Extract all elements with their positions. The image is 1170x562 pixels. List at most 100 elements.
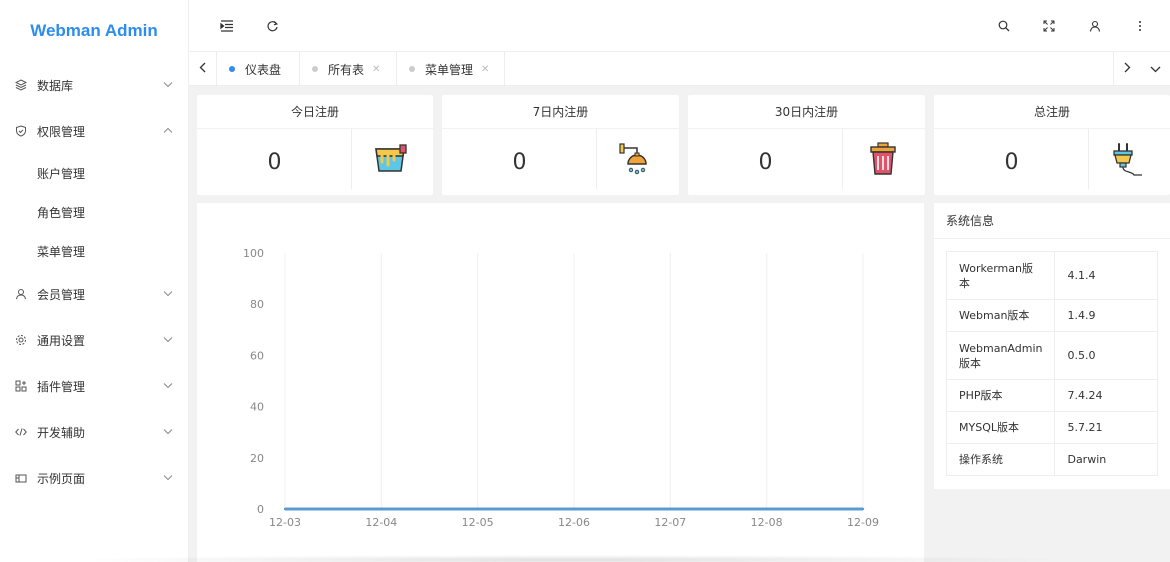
sidebar-item-dev-tools[interactable]: 开发辅助 [0,409,188,455]
close-icon[interactable]: ✕ [372,64,380,75]
stat-card-title: 30日内注册 [688,95,925,129]
sidebar-item-label: 插件管理 [37,379,86,394]
sidebar-item-examples[interactable]: 示例页面 [0,455,188,501]
sidebar-item-plugins[interactable]: 插件管理 [0,363,188,409]
fullscreen-icon[interactable] [1041,18,1057,34]
menu-fold-icon[interactable] [219,18,235,34]
info-value: 0.5.0 [1054,331,1158,380]
x-tick-label: 12-06 [558,516,590,529]
registration-chart-panel: 0 20 40 60 80 100 12-03 12-04 12-05 12-06 12-07 12-… [197,203,924,562]
user-icon[interactable] [1087,18,1103,34]
data-point [380,507,383,511]
table-row: Webman版本 1.4.9 [945,299,1158,332]
x-tick-label: 12-07 [654,516,686,529]
data-point [476,507,479,511]
data-point [765,507,768,511]
more-vertical-icon[interactable] [1132,18,1148,34]
stat-card-30days: 30日内注册 0 [688,95,925,195]
x-tick-label: 12-03 [269,516,301,529]
tab-dot [409,66,415,72]
sidebar-item-database[interactable]: 数据库 [0,62,188,108]
tab-active-dot [229,66,235,72]
info-key: MYSQL版本 [945,411,1056,444]
tab-dot [312,66,318,72]
close-icon[interactable]: ✕ [481,64,489,75]
data-point [861,507,865,511]
data-point [283,507,287,511]
search-icon[interactable] [996,18,1012,34]
tab-dashboard[interactable]: 仪表盘 [217,52,300,86]
tab-label: 菜单管理 [425,62,474,77]
paint-bucket-icon [372,141,410,179]
card-divider [596,129,597,189]
sidebar-item-members[interactable]: 会员管理 [0,271,188,317]
stat-card-7days: 7日内注册 0 [442,95,679,195]
refresh-icon[interactable] [264,18,280,34]
sidebar-menu: 数据库 权限管理 账户管理 角色管理 菜单管理 会员管理 通用设置 插件管理 开… [0,62,188,501]
y-tick-label: 60 [250,349,264,362]
sidebar-subitem-menus[interactable]: 菜单管理 [0,232,188,271]
tab-scroll-right[interactable] [1113,52,1141,86]
system-info-panel: 系统信息 Workerman版本 4.1.4 Webman版本 1.4.9 We… [934,203,1170,489]
sidebar-subitem-roles[interactable]: 角色管理 [0,193,188,232]
y-tick-label: 0 [257,503,264,516]
info-value: 7.4.24 [1054,379,1158,412]
stat-card-title: 今日注册 [197,95,433,129]
info-key: Webman版本 [945,299,1056,332]
shield-check-icon [15,125,27,137]
info-value: 4.1.4 [1054,251,1158,300]
info-key: PHP版本 [945,379,1056,412]
y-tick-label: 20 [250,452,264,465]
x-tick-label: 12-09 [847,516,879,529]
chevron-down-icon [163,381,173,392]
table-row: PHP版本 7.4.24 [945,379,1158,412]
user-icon [15,288,27,300]
sidebar-item-settings[interactable]: 通用设置 [0,317,188,363]
chevron-down-icon [163,473,173,484]
sidebar-item-label: 通用设置 [37,333,86,348]
x-tick-label: 12-04 [365,516,397,529]
chevron-up-icon [163,126,173,137]
stat-card-title: 7日内注册 [442,95,679,129]
stat-card-value: 0 [512,149,527,175]
code-icon [15,426,27,438]
info-key: Workerman版本 [945,251,1056,300]
bottom-shadow [60,555,1080,562]
top-header [189,0,1170,52]
tab-menu-manage[interactable]: 菜单管理 ✕ [397,52,505,86]
layers-icon [15,79,27,91]
sidebar-subitem-accounts[interactable]: 账户管理 [0,154,188,193]
table-row: Workerman版本 4.1.4 [945,251,1158,300]
sidebar-item-label: 数据库 [37,78,74,93]
sidebar-item-label: 示例页面 [37,471,86,486]
tab-all-tables[interactable]: 所有表 ✕ [300,52,397,86]
sidebar-item-label: 开发辅助 [37,425,86,440]
table-row: 操作系统 Darwin [945,443,1158,476]
chevron-down-icon [163,427,173,438]
data-point [572,507,576,511]
sidebar-item-permissions[interactable]: 权限管理 [0,108,188,154]
tab-label: 所有表 [328,62,365,77]
system-info-title: 系统信息 [934,203,1170,239]
y-tick-label: 40 [250,401,264,414]
sidebar-item-label: 会员管理 [37,287,86,302]
info-key: 操作系统 [945,443,1056,476]
card-divider [1088,129,1089,189]
apps-icon [15,380,27,392]
tab-label: 仪表盘 [245,62,282,77]
tab-scroll-left[interactable] [189,52,217,86]
tab-dropdown[interactable] [1141,52,1170,86]
stat-card-total: 总注册 0 [934,95,1170,195]
stat-card-value: 0 [758,149,773,175]
table-row: MYSQL版本 5.7.21 [945,411,1158,444]
chevron-down-icon [163,335,173,346]
card-divider [351,129,352,189]
app-logo[interactable]: Webman Admin [0,0,188,62]
chevron-down-icon [1150,61,1161,77]
data-point [669,507,672,511]
tab-bar: 仪表盘 所有表 ✕ 菜单管理 ✕ [189,52,1170,86]
stat-card-value: 0 [267,149,282,175]
sidebar: Webman Admin 数据库 权限管理 账户管理 角色管理 菜单管理 会员管… [0,0,189,562]
chevron-right-icon [1124,61,1131,77]
registration-line-chart: 0 20 40 60 80 100 12-03 12-04 12-05 12-06 12-07 12-… [243,247,879,529]
